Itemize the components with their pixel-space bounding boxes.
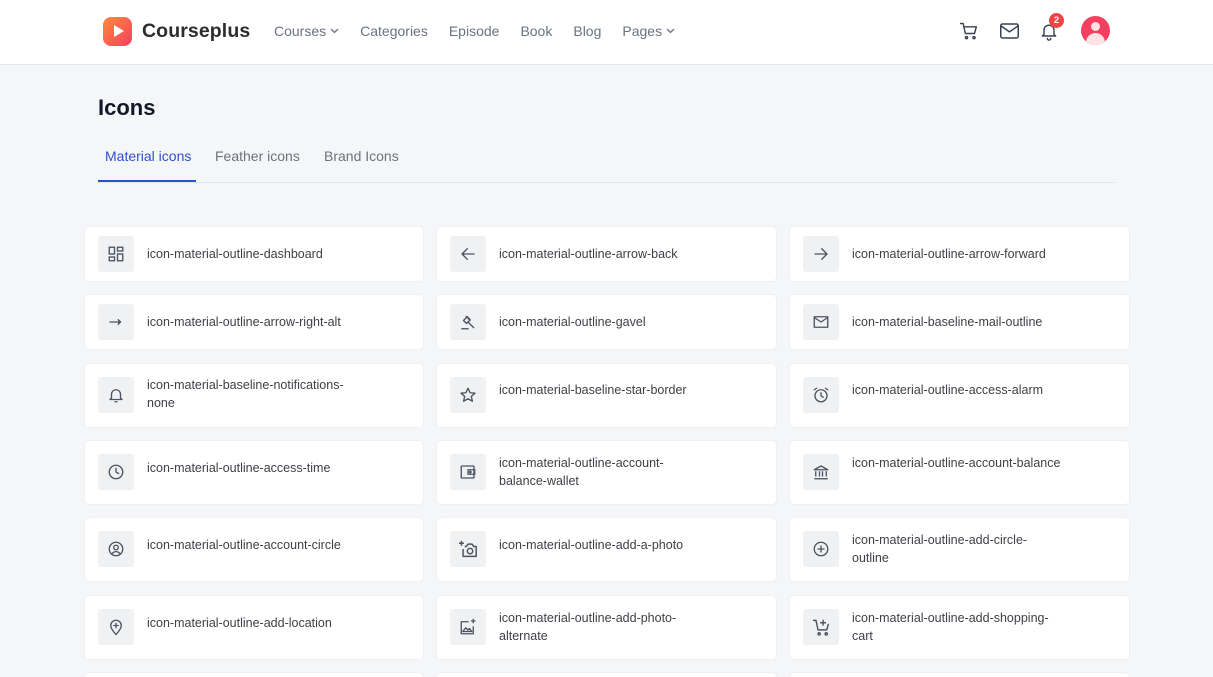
icon-label: icon-material-outline-arrow-right-alt: [147, 315, 341, 329]
add-photo-alternate-icon: [450, 609, 486, 645]
active-tab-indicator: [98, 180, 196, 182]
nav-label: Episode: [448, 23, 500, 39]
header-actions: 2: [958, 12, 1110, 45]
nav-item-pages[interactable]: Pages: [622, 23, 675, 39]
cart-icon[interactable]: [958, 20, 980, 42]
icon-card[interactable]: icon-material-outline-add-circle-outline: [790, 518, 1129, 581]
notification-bell-icon[interactable]: 2: [1038, 12, 1064, 42]
icon-card[interactable]: icon-material-baseline-notifications-non…: [85, 364, 423, 427]
icon-label: icon-material-outline-add-a-photo: [499, 538, 684, 552]
icon-card[interactable]: icon-material-outline-arrow-right-alt: [85, 295, 423, 349]
icon-card[interactable]: icon-material-outline-account-circle: [85, 518, 423, 581]
nav-label: Blog: [573, 23, 602, 39]
clock-icon: [98, 454, 134, 490]
icon-tabs: Material icons Feather icons Brand Icons: [98, 146, 1115, 183]
nav-item-episode[interactable]: Episode: [449, 23, 500, 39]
chevron-down-icon: [666, 28, 675, 34]
icon-card[interactable]: [790, 673, 1129, 677]
add-circle-icon: [803, 531, 839, 567]
icon-label: icon-material-baseline-notifications-non…: [147, 378, 344, 410]
mail-icon: [803, 304, 839, 340]
icon-label: icon-material-outline-account-circle: [147, 538, 341, 552]
icon-label: icon-material-outline-add-circle-outline: [852, 533, 1028, 565]
mail-icon[interactable]: [998, 20, 1020, 42]
star-icon: [450, 377, 486, 413]
chevron-down-icon: [330, 28, 339, 34]
tab-brand-icons[interactable]: Brand Icons: [324, 148, 399, 164]
icon-card[interactable]: icon-material-outline-gavel: [437, 295, 776, 349]
nav-label: Book: [520, 23, 553, 39]
icon-card[interactable]: icon-material-outline-account-balance: [790, 441, 1129, 504]
icon-label: icon-material-outline-add-photo-alternat…: [499, 611, 677, 643]
bank-icon: [803, 454, 839, 490]
gavel-icon: [450, 304, 486, 340]
play-logo-icon: [103, 17, 132, 46]
page-title: Icons: [98, 95, 156, 120]
icon-card[interactable]: icon-material-outline-add-shopping-cart: [790, 596, 1129, 659]
icon-card[interactable]: icon-material-baseline-mail-outline: [790, 295, 1129, 349]
wallet-icon: [450, 454, 486, 490]
nav-label: Pages: [622, 23, 663, 39]
nav-item-book[interactable]: Book: [520, 23, 552, 39]
icon-label: icon-material-outline-access-alarm: [852, 383, 1044, 397]
icon-label: icon-material-outline-account-balance: [852, 456, 1061, 470]
nav-item-courses[interactable]: Courses: [274, 23, 339, 39]
alarm-icon: [803, 377, 839, 413]
tab-feather-icons[interactable]: Feather icons: [215, 148, 300, 164]
icon-label: icon-material-baseline-star-border: [499, 383, 687, 397]
icon-card[interactable]: icon-material-outline-account-balance-wa…: [437, 441, 776, 504]
icon-label: icon-material-baseline-mail-outline: [852, 315, 1043, 329]
icon-card[interactable]: icon-material-outline-access-time: [85, 441, 423, 504]
nav-item-categories[interactable]: Categories: [360, 23, 428, 39]
main-nav: Courses Categories Episode Book Blog Pag…: [274, 23, 696, 39]
icon-card[interactable]: icon-material-outline-add-a-photo: [437, 518, 776, 581]
icon-card[interactable]: icon-material-outline-dashboard: [85, 227, 423, 281]
icon-card[interactable]: icon-material-outline-arrow-forward: [790, 227, 1129, 281]
icon-label: icon-material-outline-add-shopping-cart: [852, 611, 1049, 643]
icon-label: icon-material-outline-add-location: [147, 616, 332, 630]
add-location-icon: [98, 609, 134, 645]
add-cart-icon: [803, 609, 839, 645]
arrow-back-icon: [450, 236, 486, 272]
account-circle-icon: [98, 531, 134, 567]
notification-badge: 2: [1049, 12, 1064, 28]
nav-label: Courses: [274, 23, 327, 39]
dashboard-icon: [98, 236, 134, 272]
tab-material-icons[interactable]: Material icons: [105, 148, 191, 164]
icon-label: icon-material-outline-access-time: [147, 461, 331, 475]
icon-card[interactable]: icon-material-outline-arrow-back: [437, 227, 776, 281]
bell-icon: [98, 377, 134, 413]
icon-label: icon-material-outline-arrow-back: [499, 247, 678, 261]
user-avatar[interactable]: [1081, 16, 1110, 45]
icon-label: icon-material-outline-dashboard: [147, 247, 323, 261]
brand-logo[interactable]: Courseplus: [103, 17, 250, 46]
nav-label: Categories: [360, 23, 428, 39]
icon-label: icon-material-outline-account-balance-wa…: [499, 456, 664, 488]
arrow-forward-icon: [803, 236, 839, 272]
top-header: Courseplus Courses Categories Episode Bo…: [0, 0, 1213, 65]
icon-card[interactable]: icon-material-outline-add-location: [85, 596, 423, 659]
icon-label: icon-material-outline-arrow-forward: [852, 247, 1046, 261]
icon-card[interactable]: icon-material-outline-add-photo-alternat…: [437, 596, 776, 659]
add-photo-icon: [450, 531, 486, 567]
icon-card[interactable]: icon-material-baseline-star-border: [437, 364, 776, 427]
arrow-right-alt-icon: [98, 304, 134, 340]
icon-card[interactable]: [85, 673, 423, 677]
icon-card[interactable]: icon-material-outline-access-alarm: [790, 364, 1129, 427]
brand-name: Courseplus: [142, 20, 251, 42]
nav-item-blog[interactable]: Blog: [573, 23, 601, 39]
icon-card[interactable]: [437, 673, 776, 677]
icon-label: icon-material-outline-gavel: [499, 315, 646, 329]
